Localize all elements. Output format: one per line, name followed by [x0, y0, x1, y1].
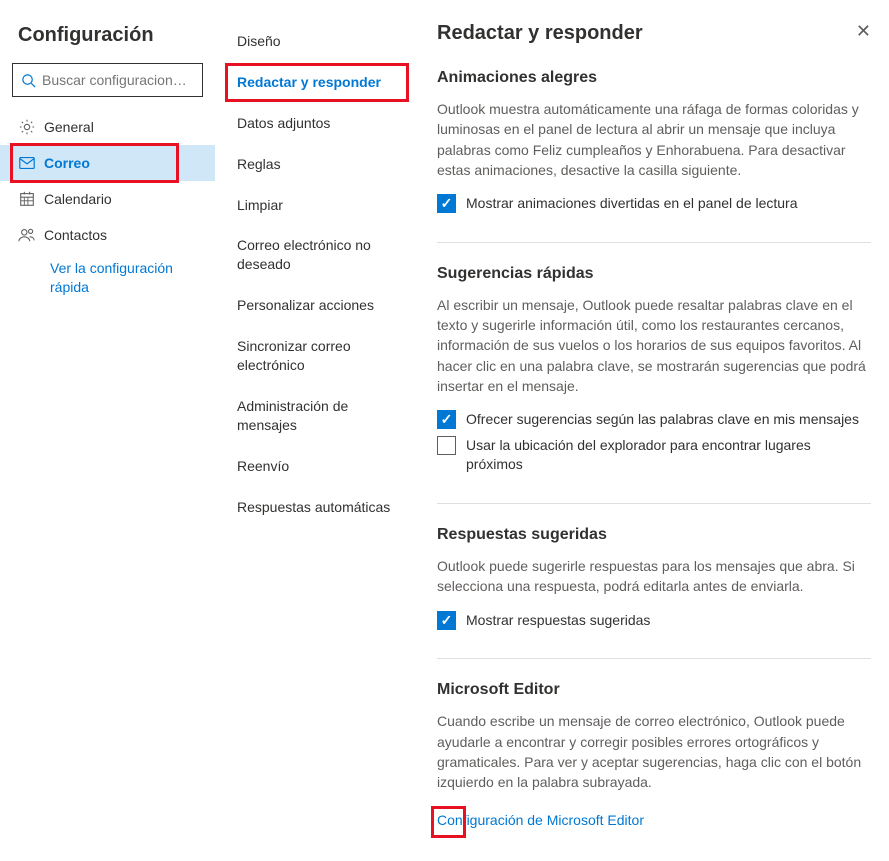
quick-settings-link[interactable]: Ver la configuración rápida — [0, 253, 215, 303]
sub-item-forwarding[interactable]: Reenvío — [229, 449, 411, 484]
nav-item-label: Correo — [44, 155, 90, 171]
content-title: Redactar y responder — [437, 22, 871, 45]
section-quick-suggestions: Sugerencias rápidas Al escribir un mensa… — [437, 265, 871, 504]
search-icon — [21, 73, 36, 88]
settings-content: ✕ Redactar y responder Animaciones alegr… — [415, 0, 889, 861]
section-description: Outlook puede sugerirle respuestas para … — [437, 556, 871, 597]
checkbox-row-use-location[interactable]: Usar la ubicación del explorador para en… — [437, 436, 871, 475]
sub-item-auto-replies[interactable]: Respuestas automáticas — [229, 490, 411, 525]
nav-item-label: Calendario — [44, 191, 112, 207]
nav-item-general[interactable]: General — [0, 109, 215, 145]
section-animations: Animaciones alegres Outlook muestra auto… — [437, 69, 871, 243]
section-heading: Animaciones alegres — [437, 69, 871, 87]
section-microsoft-editor: Microsoft Editor Cuando escribe un mensa… — [437, 681, 871, 850]
nav-item-label: General — [44, 119, 94, 135]
calendar-icon — [18, 190, 44, 208]
checkbox-label: Ofrecer sugerencias según las palabras c… — [466, 410, 859, 430]
settings-title: Configuración — [0, 18, 215, 63]
checkbox-icon[interactable] — [437, 611, 456, 630]
section-heading: Respuestas sugeridas — [437, 526, 871, 544]
checkbox-label: Mostrar respuestas sugeridas — [466, 611, 650, 631]
gear-icon — [18, 118, 44, 136]
nav-item-contacts[interactable]: Contactos — [0, 217, 215, 253]
sub-item-sweep[interactable]: Limpiar — [229, 188, 411, 223]
checkbox-label: Mostrar animaciones divertidas en el pan… — [466, 194, 798, 214]
sub-item-rules[interactable]: Reglas — [229, 147, 411, 182]
checkbox-icon[interactable] — [437, 436, 456, 455]
checkbox-label: Usar la ubicación del explorador para en… — [466, 436, 871, 475]
search-input[interactable] — [42, 72, 223, 88]
mail-icon — [18, 154, 44, 172]
sub-item-compose-reply[interactable]: Redactar y responder — [229, 65, 411, 100]
sub-item-design[interactable]: Diseño — [229, 24, 411, 59]
checkbox-icon[interactable] — [437, 410, 456, 429]
mail-subnav: Diseño Redactar y responder Datos adjunt… — [215, 0, 415, 861]
sub-item-msg-handling[interactable]: Administración de mensajes — [229, 389, 411, 443]
sub-item-junk[interactable]: Correo electrónico no deseado — [229, 228, 411, 282]
section-description: Al escribir un mensaje, Outlook puede re… — [437, 295, 871, 396]
settings-search[interactable] — [12, 63, 203, 97]
nav-item-calendar[interactable]: Calendario — [0, 181, 215, 217]
section-description: Outlook muestra automáticamente una ráfa… — [437, 99, 871, 180]
sub-item-sync[interactable]: Sincronizar correo electrónico — [229, 329, 411, 383]
settings-sidebar: Configuración General Correo Calendario … — [0, 0, 215, 861]
people-icon — [18, 226, 44, 244]
section-heading: Sugerencias rápidas — [437, 265, 871, 283]
editor-settings-link[interactable]: Configuración de Microsoft Editor — [437, 812, 644, 828]
checkbox-icon[interactable] — [437, 194, 456, 213]
checkbox-row-suggest-keywords[interactable]: Ofrecer sugerencias según las palabras c… — [437, 410, 871, 430]
sub-item-attachments[interactable]: Datos adjuntos — [229, 106, 411, 141]
close-icon[interactable]: ✕ — [856, 22, 871, 40]
section-description: Cuando escribe un mensaje de correo elec… — [437, 711, 871, 792]
sub-item-customize-actions[interactable]: Personalizar acciones — [229, 288, 411, 323]
nav-item-label: Contactos — [44, 227, 107, 243]
checkbox-row-show-replies[interactable]: Mostrar respuestas sugeridas — [437, 611, 871, 631]
section-suggested-replies: Respuestas sugeridas Outlook puede suger… — [437, 526, 871, 659]
checkbox-row-anim[interactable]: Mostrar animaciones divertidas en el pan… — [437, 194, 871, 214]
section-heading: Microsoft Editor — [437, 681, 871, 699]
nav-item-mail[interactable]: Correo — [0, 145, 215, 181]
